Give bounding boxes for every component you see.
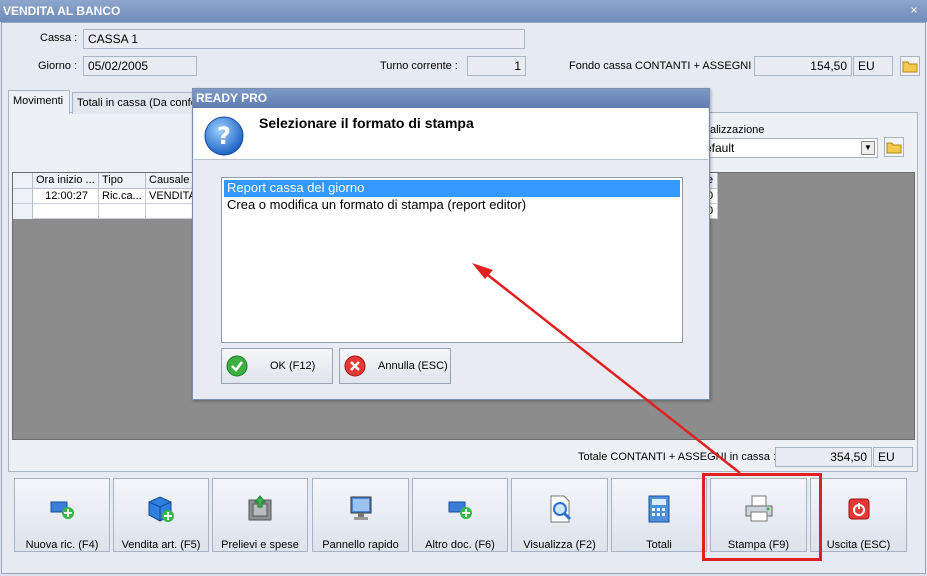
red-arrow-annotation [472, 263, 741, 474]
